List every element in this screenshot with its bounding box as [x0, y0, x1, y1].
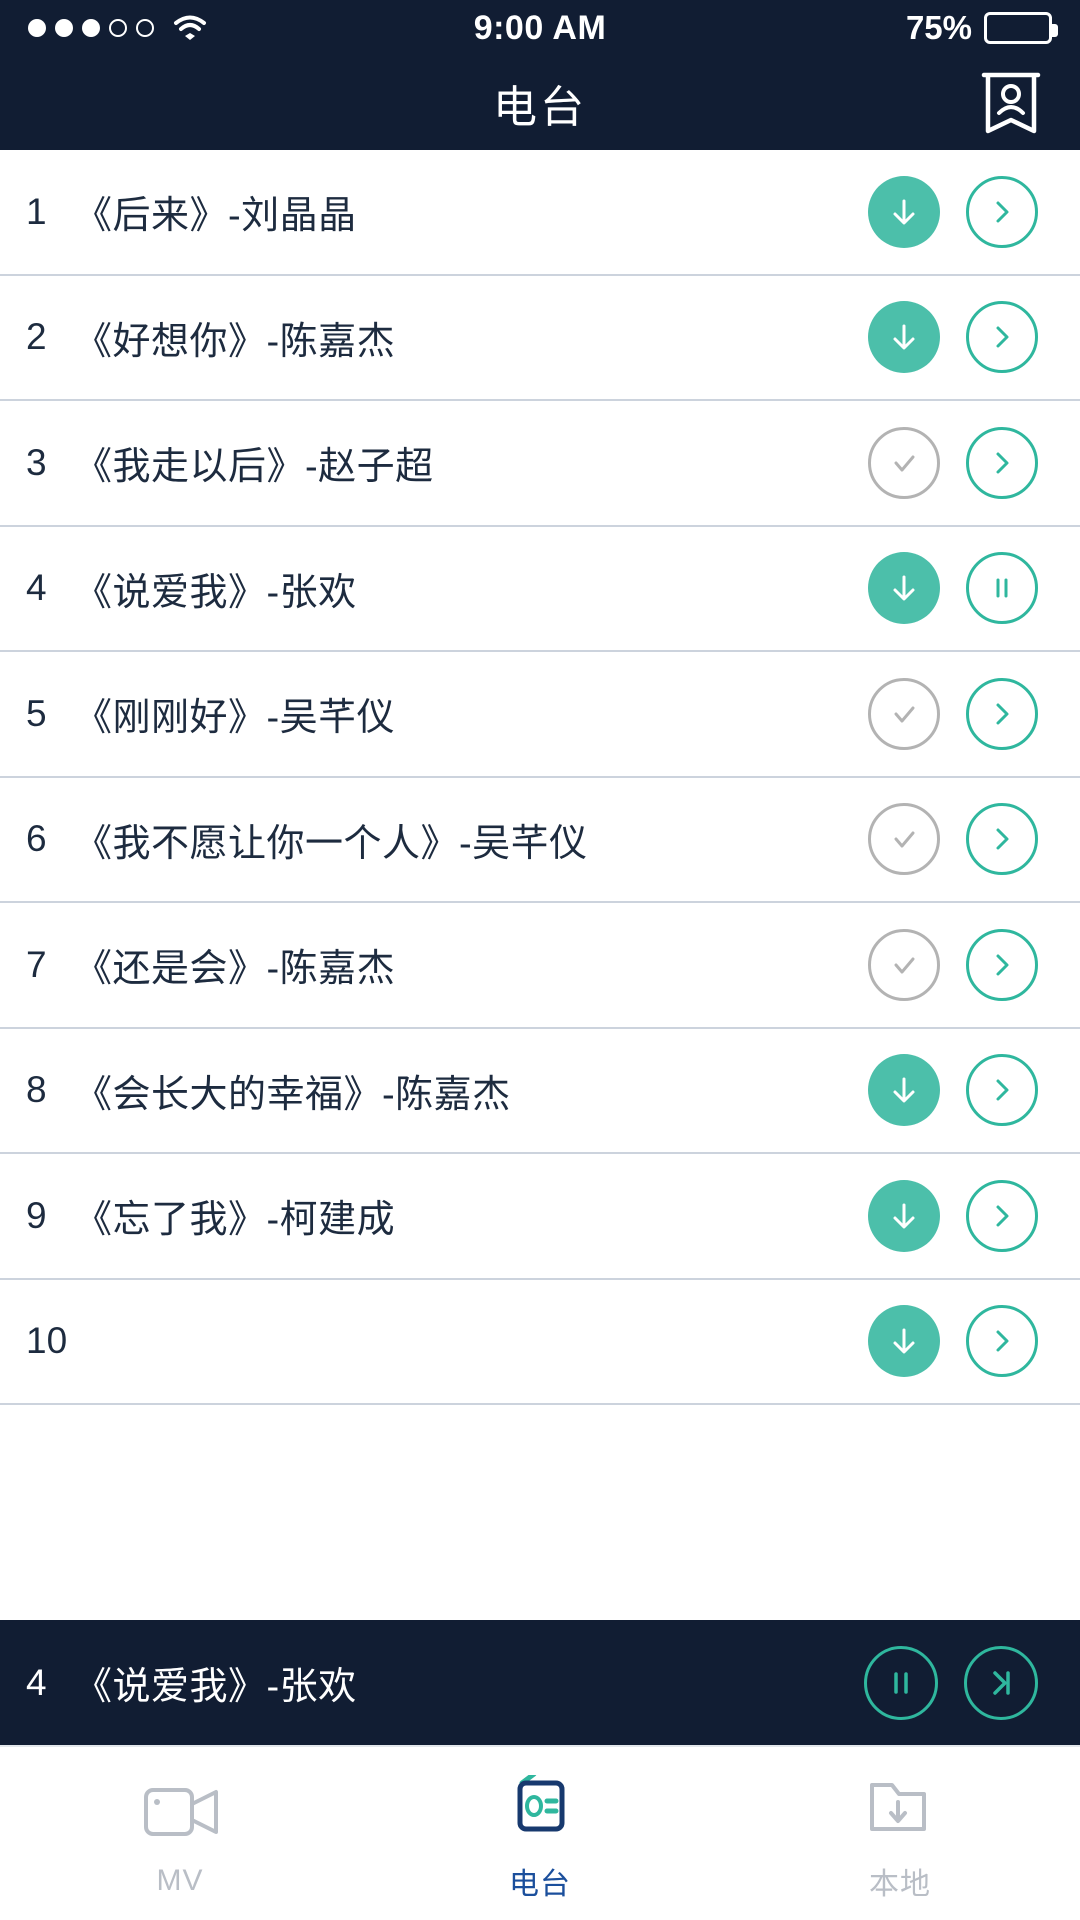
- now-playing-bar[interactable]: 4 《说爱我》-张欢: [0, 1620, 1080, 1745]
- song-title: 《还是会》-陈嘉杰: [74, 948, 396, 991]
- bottom-tab-bar[interactable]: MV 电台 本地: [0, 1745, 1080, 1920]
- chevron-right-icon[interactable]: [966, 1179, 1038, 1252]
- song-row-actions: [868, 552, 1080, 625]
- song-title: 《说爱我》-张欢: [74, 571, 357, 614]
- download-done-check-icon[interactable]: [868, 928, 940, 1001]
- song-index: 9: [26, 1194, 47, 1236]
- profile-bookmark-icon[interactable]: [980, 71, 1042, 135]
- now-playing-index: 4: [26, 1661, 47, 1703]
- download-icon[interactable]: [868, 1054, 940, 1127]
- song-row-actions: [868, 928, 1080, 1001]
- download-done-check-icon[interactable]: [868, 803, 940, 876]
- song-row-actions: [868, 301, 1080, 374]
- tab-mv[interactable]: MV: [0, 1747, 360, 1920]
- radio-icon: [494, 1771, 586, 1843]
- song-row-actions: [868, 1179, 1080, 1252]
- status-bar: 9:00 AM 75%: [0, 0, 1080, 56]
- download-icon[interactable]: [868, 175, 940, 248]
- chevron-right-icon[interactable]: [966, 1054, 1038, 1127]
- song-title: 《后来》-刘晶晶: [74, 195, 357, 238]
- page-title: 电台: [493, 83, 587, 132]
- song-row-actions: [868, 1305, 1080, 1378]
- song-row[interactable]: 8 《会长大的幸福》-陈嘉杰: [0, 1029, 1080, 1154]
- chevron-right-icon[interactable]: [966, 301, 1038, 374]
- song-row-actions: [868, 1054, 1080, 1127]
- battery-area: 75%: [905, 9, 1058, 47]
- song-row-actions: [868, 175, 1080, 248]
- song-row-actions: [868, 803, 1080, 876]
- chevron-right-icon[interactable]: [966, 426, 1038, 499]
- chevron-right-icon[interactable]: [966, 1305, 1038, 1378]
- download-icon[interactable]: [868, 1305, 940, 1378]
- battery-percent-label: 75%: [905, 9, 972, 46]
- tab-radio[interactable]: 电台: [360, 1747, 720, 1920]
- pause-icon[interactable]: [966, 552, 1038, 625]
- download-icon[interactable]: [868, 301, 940, 374]
- song-index: 7: [26, 943, 47, 985]
- chevron-right-icon[interactable]: [966, 677, 1038, 750]
- song-title: 《我不愿让你一个人》-吴芊仪: [74, 822, 588, 865]
- song-row[interactable]: 5 《刚刚好》-吴芊仪: [0, 652, 1080, 778]
- download-icon[interactable]: [868, 552, 940, 625]
- battery-icon: [984, 12, 1058, 44]
- song-row[interactable]: 3 《我走以后》-赵子超: [0, 401, 1080, 527]
- song-title: 《会长大的幸福》-陈嘉杰: [74, 1073, 511, 1116]
- song-row[interactable]: 4 《说爱我》-张欢: [0, 527, 1080, 652]
- song-index: 4: [26, 567, 47, 609]
- download-done-check-icon[interactable]: [868, 677, 940, 750]
- tab-label-radio: 电台: [509, 1867, 571, 1901]
- song-row[interactable]: 2 《好想你》-陈嘉杰: [0, 276, 1080, 401]
- tab-label-mv: MV: [156, 1863, 204, 1897]
- song-row[interactable]: 7 《还是会》-陈嘉杰: [0, 903, 1080, 1029]
- song-index: 6: [26, 818, 47, 860]
- download-done-check-icon[interactable]: [868, 426, 940, 499]
- song-index: 3: [26, 441, 47, 483]
- song-title: 《刚刚好》-吴芊仪: [74, 697, 396, 740]
- chevron-right-icon[interactable]: [966, 803, 1038, 876]
- song-row-actions: [868, 426, 1080, 499]
- next-track-icon[interactable]: [964, 1645, 1038, 1720]
- chevron-right-icon[interactable]: [966, 928, 1038, 1001]
- pause-icon[interactable]: [864, 1645, 938, 1720]
- song-row[interactable]: 6 《我不愿让你一个人》-吴芊仪: [0, 778, 1080, 903]
- song-row[interactable]: 10: [0, 1280, 1080, 1405]
- song-index: 2: [26, 316, 47, 358]
- song-title: 《好想你》-陈嘉杰: [74, 320, 396, 363]
- song-index: 10: [26, 1320, 68, 1362]
- app-header: 电台: [0, 56, 1080, 150]
- tab-local[interactable]: 本地: [720, 1747, 1080, 1920]
- download-icon[interactable]: [868, 1179, 940, 1252]
- song-row[interactable]: 9 《忘了我》-柯建成: [0, 1154, 1080, 1280]
- tab-label-local: 本地: [869, 1867, 931, 1901]
- song-title: 《我走以后》-赵子超: [74, 446, 434, 489]
- song-index: 1: [26, 190, 47, 232]
- song-index: 8: [26, 1069, 47, 1111]
- song-row-actions: [868, 677, 1080, 750]
- song-list[interactable]: 1 《后来》-刘晶晶 2 《好想你》-陈嘉杰 3 《我走以后》-赵子超 4 《说爱我》-张欢 5…: [0, 150, 1080, 1620]
- song-title: 《忘了我》-柯建成: [74, 1199, 396, 1242]
- song-index: 5: [26, 692, 47, 734]
- now-playing-title: 《说爱我》-张欢: [74, 1666, 357, 1708]
- app-screen: 9:00 AM 75% 电台 1 《后来》-刘晶晶 2 《好想你》-陈嘉杰 3 《我走以后…: [0, 0, 1080, 1920]
- chevron-right-icon[interactable]: [966, 175, 1038, 248]
- player-controls: [864, 1645, 1080, 1720]
- video-camera-icon: [134, 1776, 226, 1848]
- folder-download-icon: [854, 1771, 946, 1843]
- song-row[interactable]: 1 《后来》-刘晶晶: [0, 150, 1080, 276]
